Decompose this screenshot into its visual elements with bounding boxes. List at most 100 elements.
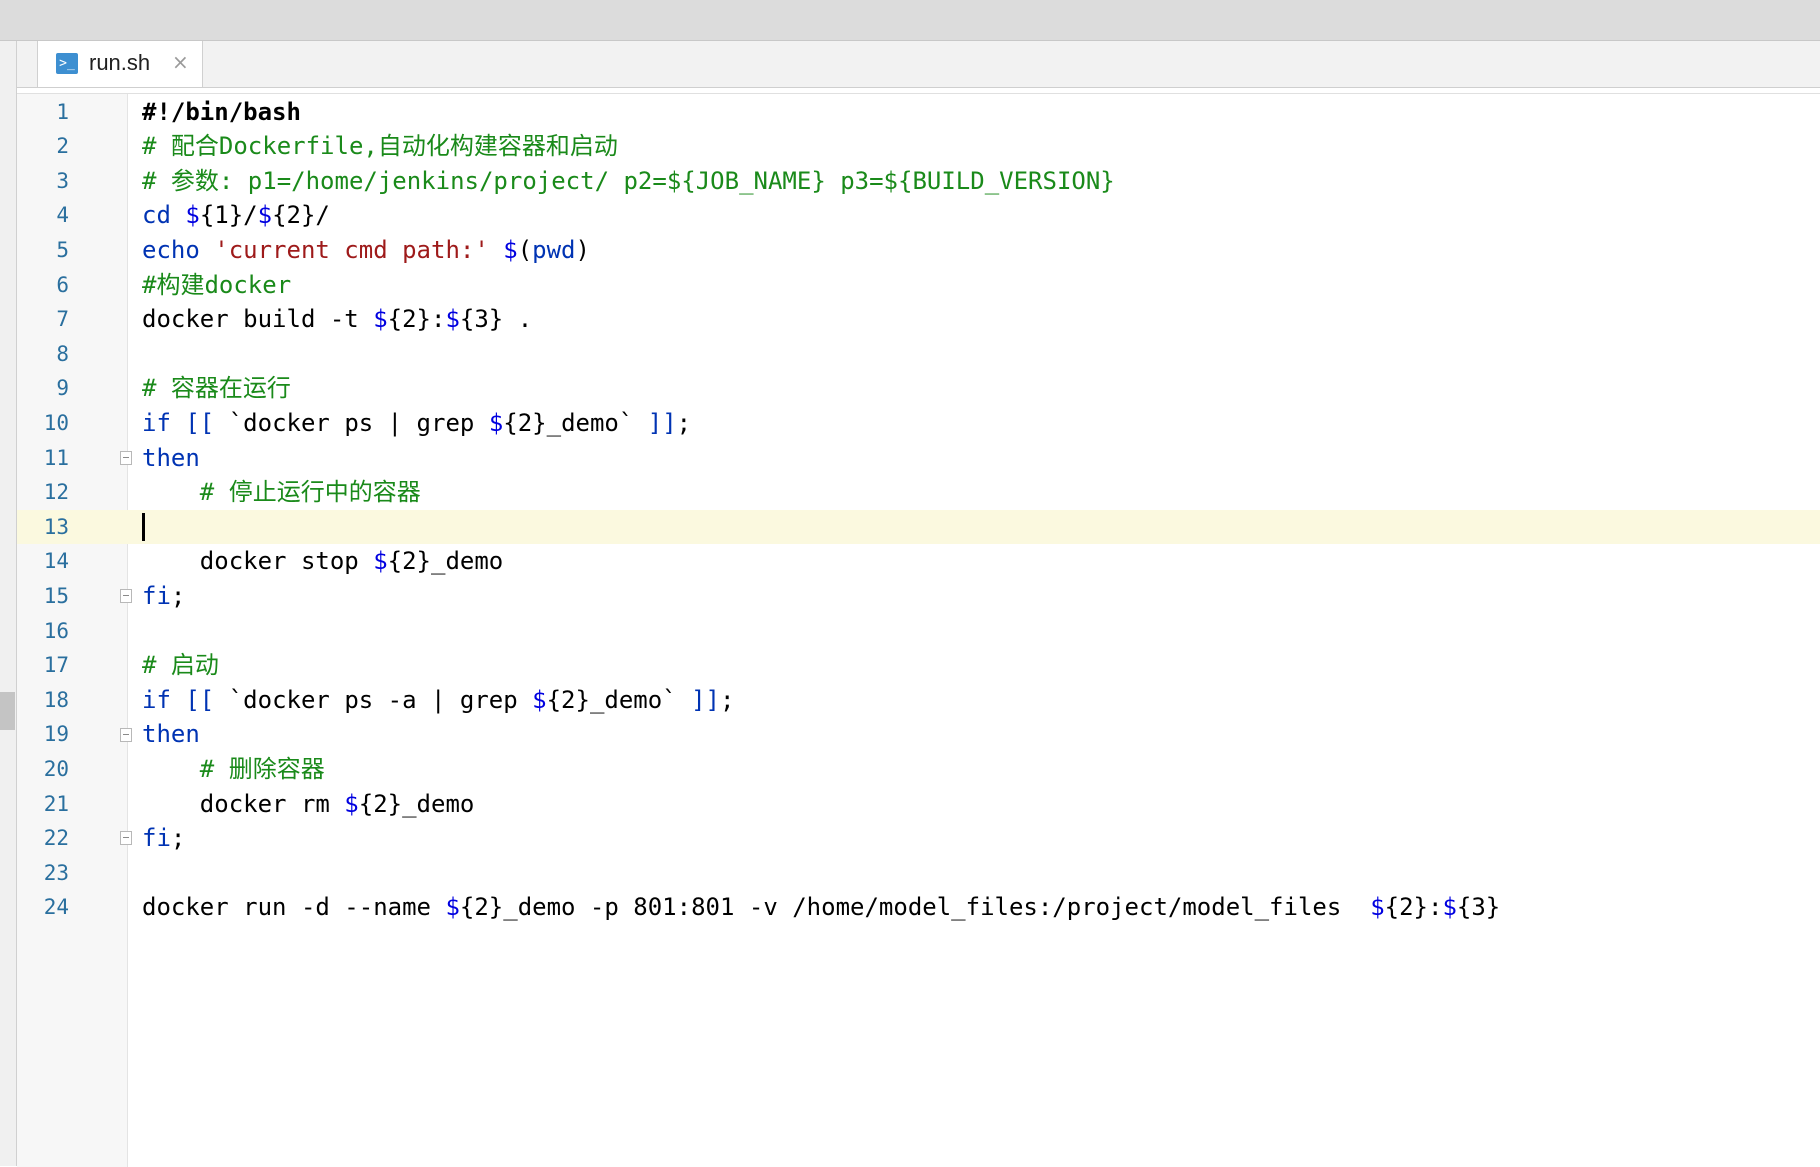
code-text: docker run -d --name ${2}_demo -p 801:80… <box>142 890 1500 925</box>
line-number: 14 <box>43 549 69 574</box>
line-number: 17 <box>43 653 69 678</box>
code-token: $ <box>1370 893 1385 922</box>
line-number: 12 <box>43 480 69 505</box>
code-line[interactable]: 13 <box>17 509 1820 545</box>
line-number: 9 <box>56 376 69 401</box>
close-icon[interactable]: × <box>172 50 189 74</box>
code-token: `docker ps -a | grep <box>228 685 533 714</box>
code-token: docker run -d --name <box>142 893 446 922</box>
code-token: $ <box>445 305 460 334</box>
line-number: 23 <box>43 860 69 885</box>
code-token: [[ <box>185 685 229 714</box>
code-token: docker stop <box>142 547 374 576</box>
code-line[interactable]: 20 # 删除容器 <box>17 752 1820 787</box>
code-token: {2}_demo -p 801:801 -v /home/model_files… <box>459 893 1371 922</box>
code-token: # 配合Dockerfile,自动化构建容器和启动 <box>142 132 618 161</box>
code-token: $ <box>257 201 273 230</box>
code-token: if <box>142 685 186 714</box>
code-line[interactable]: 16 <box>17 614 1820 649</box>
line-number: 16 <box>43 618 69 643</box>
code-line[interactable]: 3 # 参数: p1=/home/jenkins/project/ p2=${JO… <box>17 164 1820 199</box>
terminal-icon: >_ <box>56 53 78 74</box>
code-text: docker build -t ${2}:${3} . <box>142 302 532 337</box>
code-line[interactable]: 6 #构建docker <box>17 268 1820 303</box>
fold-toggle-icon[interactable] <box>120 450 132 465</box>
code-line[interactable]: 2 # 配合Dockerfile,自动化构建容器和启动 <box>17 129 1820 164</box>
line-number: 5 <box>56 237 69 262</box>
code-line[interactable]: 9 # 容器在运行 <box>17 371 1820 406</box>
code-token: cd <box>142 201 186 230</box>
code-text: then <box>142 717 200 752</box>
code-line[interactable]: 10 if [[ `docker ps | grep ${2}_demo` ]]; <box>17 406 1820 441</box>
code-line[interactable]: 1 #!/bin/bash <box>17 95 1820 130</box>
code-editor[interactable]: 1 #!/bin/bash 2 # 配合Dockerfile,自动化构建容器和启动 3 #… <box>17 93 1820 1167</box>
code-token: # 参数: p1=/home/jenkins/project/ p2=${JOB… <box>142 166 1115 195</box>
line-number: 1 <box>56 99 69 124</box>
tab-label: run.sh <box>89 50 151 75</box>
code-token: $ <box>185 201 200 230</box>
code-text: if [[ `docker ps | grep ${2}_demo` ]]; <box>142 406 691 441</box>
code-token: #构建docker <box>142 270 292 299</box>
code-token: $ <box>532 685 547 714</box>
code-token: ; <box>720 685 735 714</box>
window-title-strip <box>0 0 1820 41</box>
code-line[interactable]: 18 if [[ `docker ps -a | grep ${2}_demo` … <box>17 683 1820 718</box>
code-line[interactable]: 19 then <box>17 717 1820 752</box>
code-text: cd ${1}/${2}/ <box>142 198 330 233</box>
code-line[interactable]: 15 fi; <box>17 579 1820 614</box>
code-line[interactable]: 8 <box>17 337 1820 372</box>
code-text: fi; <box>142 579 185 614</box>
code-token: {2}_demo <box>387 547 504 576</box>
code-token: # 停止运行中的容器 <box>142 478 421 507</box>
code-token: $ <box>373 547 388 576</box>
code-token: $ <box>488 408 504 437</box>
editor-tab-bar: >_ run.sh × <box>17 41 1820 88</box>
code-token: docker build -t <box>142 305 374 334</box>
fold-toggle-icon[interactable] <box>120 831 132 846</box>
code-token: $ <box>503 235 518 264</box>
code-token: ; <box>170 581 186 610</box>
line-number: 11 <box>43 445 69 470</box>
code-token: $ <box>344 789 359 818</box>
code-text: docker stop ${2}_demo <box>142 544 503 579</box>
code-token: {2}/ <box>272 201 330 230</box>
line-number: 15 <box>43 583 69 608</box>
code-token: echo <box>142 235 215 264</box>
code-line[interactable]: 14 docker stop ${2}_demo <box>17 544 1820 579</box>
fold-toggle-icon[interactable] <box>120 727 132 742</box>
code-line[interactable]: 4 cd ${1}/${2}/ <box>17 198 1820 233</box>
code-text: # 启动 <box>142 648 219 683</box>
code-line[interactable]: 21 docker rm ${2}_demo <box>17 787 1820 822</box>
fold-toggle-icon[interactable] <box>120 589 132 604</box>
code-text: # 删除容器 <box>142 752 325 787</box>
code-token: 'current cmd path:' <box>214 235 489 264</box>
code-line[interactable]: 11 then <box>17 441 1820 476</box>
code-text: #构建docker <box>142 268 291 303</box>
code-line[interactable]: 22 fi; <box>17 821 1820 856</box>
code-token: fi <box>142 581 171 610</box>
line-number: 8 <box>56 341 69 366</box>
code-text: then <box>142 441 200 476</box>
code-token: {2}_demo <box>358 789 475 818</box>
code-token: ; <box>676 408 692 437</box>
code-line[interactable]: 5 echo 'current cmd path:' $(pwd) <box>17 233 1820 268</box>
code-line[interactable]: 23 <box>17 856 1820 891</box>
code-text: docker rm ${2}_demo <box>142 787 475 822</box>
tab-run-sh[interactable]: >_ run.sh × <box>37 41 203 87</box>
code-text: fi; <box>142 821 185 856</box>
code-line[interactable]: 17 # 启动 <box>17 648 1820 683</box>
line-number: 2 <box>56 134 69 159</box>
code-line[interactable]: 24 docker run -d --name ${2}_demo -p 801:… <box>17 890 1820 925</box>
left-scroll-marker[interactable] <box>0 692 15 730</box>
code-line[interactable]: 7 docker build -t ${2}:${3} . <box>17 302 1820 337</box>
code-token: docker rm <box>142 789 345 818</box>
code-token: {2}_demo` <box>546 685 692 714</box>
code-text: # 停止运行中的容器 <box>142 475 421 510</box>
code-token: ]] <box>691 685 721 714</box>
code-line[interactable]: 12 # 停止运行中的容器 <box>17 475 1820 510</box>
line-number: 6 <box>56 272 69 297</box>
line-number: 10 <box>43 410 69 435</box>
code-text: # 配合Dockerfile,自动化构建容器和启动 <box>142 129 618 164</box>
code-token: then <box>142 443 200 472</box>
